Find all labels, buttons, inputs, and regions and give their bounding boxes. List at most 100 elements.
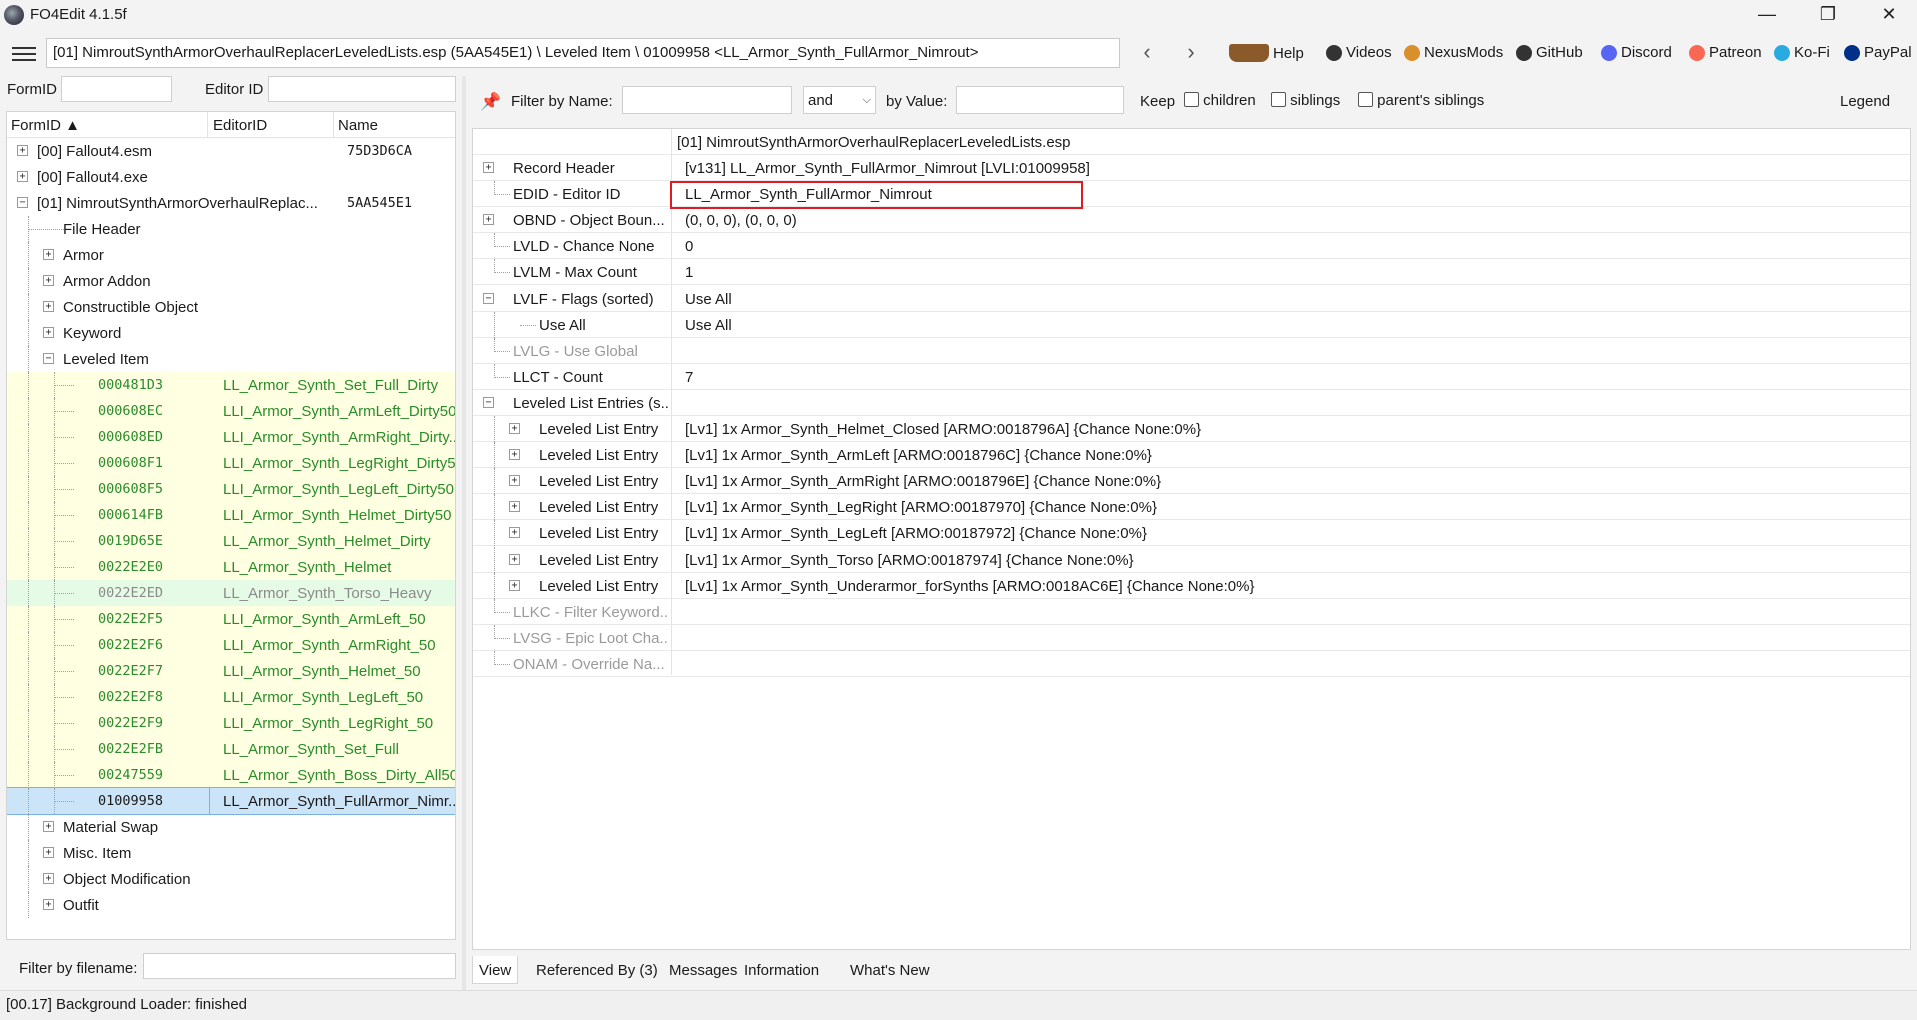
field-value[interactable]: 1 (685, 264, 693, 281)
pin-icon[interactable]: 📌 (480, 92, 501, 112)
expand-icon[interactable]: + (509, 527, 520, 539)
expand-icon[interactable]: + (43, 847, 54, 858)
tree-node-row[interactable]: + [00] Fallout4.exe (7, 164, 455, 190)
tree-record-row[interactable]: 000608F5 LLI_Armor_Synth_LegLeft_Dirty50 (7, 476, 455, 502)
tree-node-row[interactable]: + Outfit (7, 892, 455, 918)
expand-icon[interactable]: + (43, 327, 54, 338)
restore-button[interactable]: ❐ (1800, 0, 1856, 30)
field-row[interactable]: LLKC - Filter Keyword... (473, 598, 1910, 625)
column-editorid[interactable]: EditorID (213, 117, 267, 134)
tree-record-row[interactable]: 000481D3 LL_Armor_Synth_Set_Full_Dirty (7, 372, 455, 398)
field-value[interactable]: [Lv1] 1x Armor_Synth_ArmLeft [ARMO:00187… (685, 447, 1152, 464)
collapse-icon[interactable]: − (483, 292, 494, 304)
tree-node-row[interactable]: + Constructible Object (7, 294, 455, 320)
tree-record-row[interactable]: 000608ED LLI_Armor_Synth_ArmRight_Dirty..… (7, 424, 455, 450)
tree-record-row[interactable]: 00247559 LL_Armor_Synth_Boss_Dirty_All50 (7, 762, 455, 788)
tab-referenced-by-3[interactable]: Referenced By (3) (530, 956, 664, 984)
filter-by-filename-input[interactable] (143, 953, 456, 979)
and-or-select[interactable]: and ⌵ (803, 86, 876, 114)
tree-record-row[interactable]: 0022E2F8 LLI_Armor_Synth_LegLeft_50 (7, 684, 455, 710)
field-value[interactable]: [Lv1] 1x Armor_Synth_LegLeft [ARMO:00187… (685, 525, 1147, 542)
tree-record-row[interactable]: 0022E2F6 LLI_Armor_Synth_ArmRight_50 (7, 632, 455, 658)
collapse-icon[interactable]: − (483, 396, 494, 408)
field-value[interactable]: Use All (685, 291, 732, 308)
field-row[interactable]: LLCT - Count 7 (473, 363, 1910, 390)
expand-icon[interactable]: + (509, 475, 520, 487)
tab-messages[interactable]: Messages (663, 956, 743, 984)
column-name[interactable]: Name (338, 117, 378, 134)
field-row[interactable]: + Leveled List Entry [Lv1] 1x Armor_Synth_… (473, 468, 1910, 495)
field-value[interactable]: [Lv1] 1x Armor_Synth_Helmet_Closed [ARMO… (685, 421, 1201, 438)
toolbar-link-ko-fi[interactable]: Ko-Fi (1774, 44, 1830, 61)
field-value[interactable]: Use All (685, 317, 732, 334)
field-value[interactable]: [Lv1] 1x Armor_Synth_Torso [ARMO:0018797… (685, 552, 1134, 569)
tab-information[interactable]: Information (738, 956, 825, 984)
tree-node-row[interactable]: + [00] Fallout4.esm 75D3D6CA (7, 138, 455, 164)
field-row[interactable]: + Leveled List Entry [Lv1] 1x Armor_Synth_… (473, 442, 1910, 469)
tree-record-row[interactable]: 0022E2F5 LLI_Armor_Synth_ArmLeft_50 (7, 606, 455, 632)
field-row[interactable]: Use All Use All (473, 311, 1910, 338)
checkbox-icon[interactable] (1184, 92, 1199, 107)
editorid-filter-input[interactable] (268, 76, 456, 102)
tree-record-row[interactable]: 000614FB LLI_Armor_Synth_Helmet_Dirty50 (7, 502, 455, 528)
tree-node-row[interactable]: + Keyword (7, 320, 455, 346)
expand-icon[interactable]: + (43, 899, 54, 910)
legend-button[interactable]: Legend (1840, 93, 1890, 110)
field-value[interactable]: 7 (685, 369, 693, 386)
expand-icon[interactable]: + (17, 171, 28, 182)
tree-record-row[interactable]: 01009958 LL_Armor_Synth_FullArmor_Nimr... (7, 787, 455, 815)
field-row[interactable]: + Leveled List Entry [Lv1] 1x Armor_Synth_… (473, 494, 1910, 521)
collapse-icon[interactable]: − (43, 353, 54, 364)
field-value[interactable]: (0, 0, 0), (0, 0, 0) (685, 212, 797, 229)
column-formid[interactable]: FormID ▲ (11, 117, 80, 134)
field-value[interactable]: [Lv1] 1x Armor_Synth_Underarmor_forSynth… (685, 578, 1254, 595)
expand-icon[interactable]: + (509, 501, 520, 513)
field-row[interactable]: + OBND - Object Boun... (0, 0, 0), (0, 0, … (473, 207, 1910, 234)
tab-what-s-new[interactable]: What's New (844, 956, 936, 984)
forward-arrow-button[interactable]: › (1179, 40, 1203, 66)
field-row[interactable]: LVLM - Max Count 1 (473, 259, 1910, 286)
expand-icon[interactable]: + (483, 214, 494, 226)
checkbox-icon[interactable] (1358, 92, 1373, 107)
expand-icon[interactable]: + (43, 873, 54, 884)
tree-node-row[interactable]: + Object Modification (7, 866, 455, 892)
back-arrow-button[interactable]: ‹ (1135, 40, 1159, 66)
expand-icon[interactable]: + (17, 145, 28, 156)
expand-icon[interactable]: + (43, 821, 54, 832)
tree-record-row[interactable]: 0022E2F9 LLI_Armor_Synth_LegRight_50 (7, 710, 455, 736)
record-field-grid[interactable]: [01] NimroutSynthArmorOverhaulReplacerLe… (472, 128, 1911, 950)
expand-icon[interactable]: + (483, 162, 494, 173)
by-value-input[interactable] (956, 86, 1124, 114)
tree-node-row[interactable]: + Armor (7, 242, 455, 268)
field-row[interactable]: − LVLF - Flags (sorted) Use All (473, 286, 1910, 312)
expand-icon[interactable]: + (509, 449, 520, 461)
toolbar-link-paypal[interactable]: PayPal (1844, 44, 1912, 61)
formid-filter-input[interactable] (61, 76, 172, 102)
tree-node-row[interactable]: − [01] NimroutSynthArmorOverhaulReplac...… (7, 190, 455, 216)
field-value[interactable]: [Lv1] 1x Armor_Synth_LegRight [ARMO:0018… (685, 499, 1157, 516)
close-button[interactable]: ✕ (1861, 0, 1917, 30)
expand-icon[interactable]: + (43, 249, 54, 260)
expand-icon[interactable]: + (509, 553, 520, 565)
field-row[interactable]: + Leveled List Entry [Lv1] 1x Armor_Synth_… (473, 546, 1910, 573)
field-row[interactable]: LVLD - Chance None 0 (473, 233, 1910, 260)
record-path-field[interactable]: [01] NimroutSynthArmorOverhaulReplacerLe… (46, 38, 1120, 68)
field-row[interactable]: + Leveled List Entry [Lv1] 1x Armor_Synth_… (473, 572, 1910, 599)
toolbar-link-patreon[interactable]: Patreon (1689, 44, 1762, 61)
tree-node-row[interactable]: + Armor Addon (7, 268, 455, 294)
field-row[interactable]: ONAM - Override Na... (473, 650, 1910, 677)
tree-record-row[interactable]: 000608EC LLI_Armor_Synth_ArmLeft_Dirty50 (7, 398, 455, 424)
tree-record-row[interactable]: 000608F1 LLI_Armor_Synth_LegRight_Dirty50 (7, 450, 455, 476)
field-value[interactable]: [v131] LL_Armor_Synth_FullArmor_Nimrout … (685, 160, 1090, 177)
expand-icon[interactable]: + (43, 275, 54, 286)
field-row[interactable]: LVLG - Use Global (473, 337, 1910, 364)
field-row[interactable]: LVSG - Epic Loot Cha... (473, 624, 1910, 651)
tree-record-row[interactable]: 0019D65E LL_Armor_Synth_Helmet_Dirty (7, 528, 455, 554)
field-value[interactable]: 0 (685, 238, 693, 255)
field-value[interactable]: [Lv1] 1x Armor_Synth_ArmRight [ARMO:0018… (685, 473, 1161, 490)
hamburger-menu-icon[interactable] (12, 47, 36, 61)
tree-record-row[interactable]: 0022E2F7 LLI_Armor_Synth_Helmet_50 (7, 658, 455, 684)
checkbox-icon[interactable] (1271, 92, 1286, 107)
keep-children-checkbox[interactable]: children (1184, 92, 1256, 109)
field-row[interactable]: + Leveled List Entry [Lv1] 1x Armor_Synth_… (473, 416, 1910, 442)
